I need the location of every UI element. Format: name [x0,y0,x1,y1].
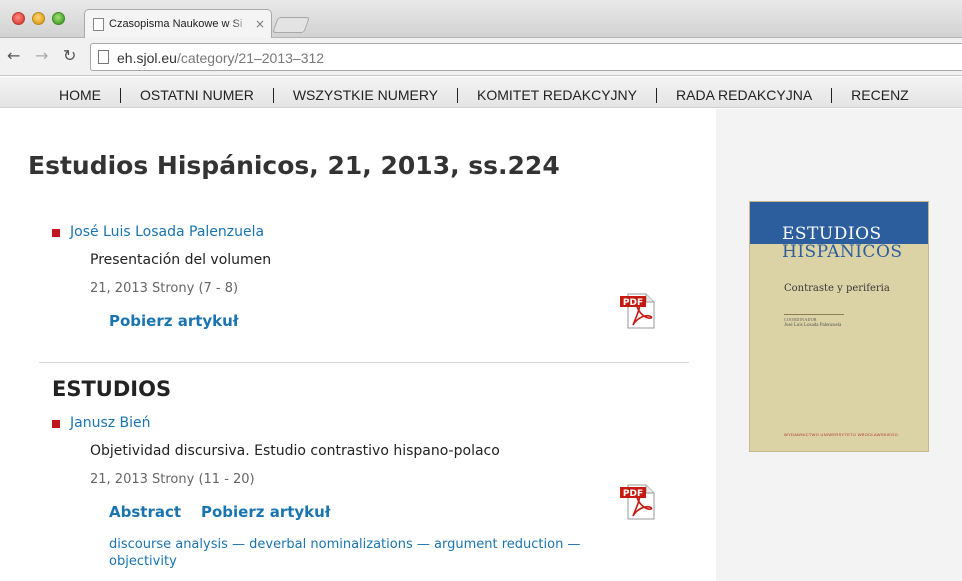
article-title: Presentación del volumen [90,252,272,268]
tab-close-icon[interactable]: × [255,17,265,31]
pdf-icon[interactable]: PDF [619,291,659,331]
download-article-link[interactable]: Pobierz artykuł [201,503,330,521]
url-host: eh.sjol.eu [117,50,177,66]
bullet-icon [52,420,60,428]
back-arrow-icon[interactable]: ← [7,46,20,65]
nav-item-all-issues[interactable]: WSZYSTKIE NUMERY [272,88,457,103]
pdf-icon[interactable]: PDF [619,482,659,522]
nav-item-editorial-committee[interactable]: KOMITET REDAKCYJNY [457,88,656,103]
new-tab-button[interactable] [272,17,310,33]
article-title: Objetividad discursiva. Estudio contrast… [90,443,500,459]
abstract-link[interactable]: Abstract [109,503,181,521]
zoom-window-button[interactable] [52,12,65,25]
forward-arrow-icon[interactable]: → [35,46,48,65]
nav-item-editorial-board[interactable]: RADA REDAKCYJNA [656,88,831,103]
journal-cover-image[interactable]: ESTUDIOS HISPÁNICOS Contraste y periferi… [749,201,929,452]
cover-title-line2: HISPÁNICOS [782,242,903,262]
close-window-button[interactable] [12,12,25,25]
browser-tab[interactable]: Czasopisma Naukowe w Si × [84,9,272,39]
section-divider [39,362,689,363]
cover-editor-label: COORDINADOR [784,317,817,322]
page-title: Estudios Hispánicos, 21, 2013, ss.224 [28,151,560,180]
address-bar[interactable]: eh.sjol.eu/category/21–2013–312 [90,43,962,71]
cover-divider [784,314,844,315]
bullet-icon [52,229,60,237]
cover-subtitle: Contraste y periferia [784,283,890,294]
url-text[interactable]: eh.sjol.eu/category/21–2013–312 [117,50,324,66]
site-navigation: HOME OSTATNI NUMER WSZYSTKIE NUMERY KOMITET… [0,77,962,108]
article-meta: 21, 2013 Strony (7 - 8) [90,281,239,296]
download-article-link[interactable]: Pobierz artykuł [109,312,238,330]
pdf-icon-label: PDF [623,489,643,499]
browser-tab-bar: Czasopisma Naukowe w Si × [0,0,962,39]
minimize-window-button[interactable] [32,12,45,25]
cover-publisher: WYDAWNICTWO UNIWERSYTETU WROCŁAWSKIEGO [784,432,898,437]
nav-item-home[interactable]: HOME [40,88,120,103]
article-author-link[interactable]: Janusz Bień [70,415,151,431]
page-icon [98,50,109,64]
cover-editor: José Luis Losada Palenzuela [784,323,842,328]
nav-item-latest-issue[interactable]: OSTATNI NUMER [120,88,273,103]
section-heading: ESTUDIOS [52,377,172,401]
url-path: /category/21–2013–312 [176,50,325,66]
tab-title: Czasopisma Naukowe w Si [109,18,249,30]
page-favicon-icon [93,18,104,31]
pdf-icon-label: PDF [623,298,643,308]
article-keywords[interactable]: discourse analysis — deverbal nominaliza… [109,536,649,570]
article-author-link[interactable]: José Luis Losada Palenzuela [70,224,264,240]
article-meta: 21, 2013 Strony (11 - 20) [90,472,255,487]
cover-title-line1: ESTUDIOS [782,224,882,244]
reload-icon[interactable]: ↻ [63,46,76,65]
browser-toolbar: ← → ↻ eh.sjol.eu/category/21–2013–312 [0,38,962,76]
nav-item-reviewers[interactable]: RECENZ [831,88,928,103]
